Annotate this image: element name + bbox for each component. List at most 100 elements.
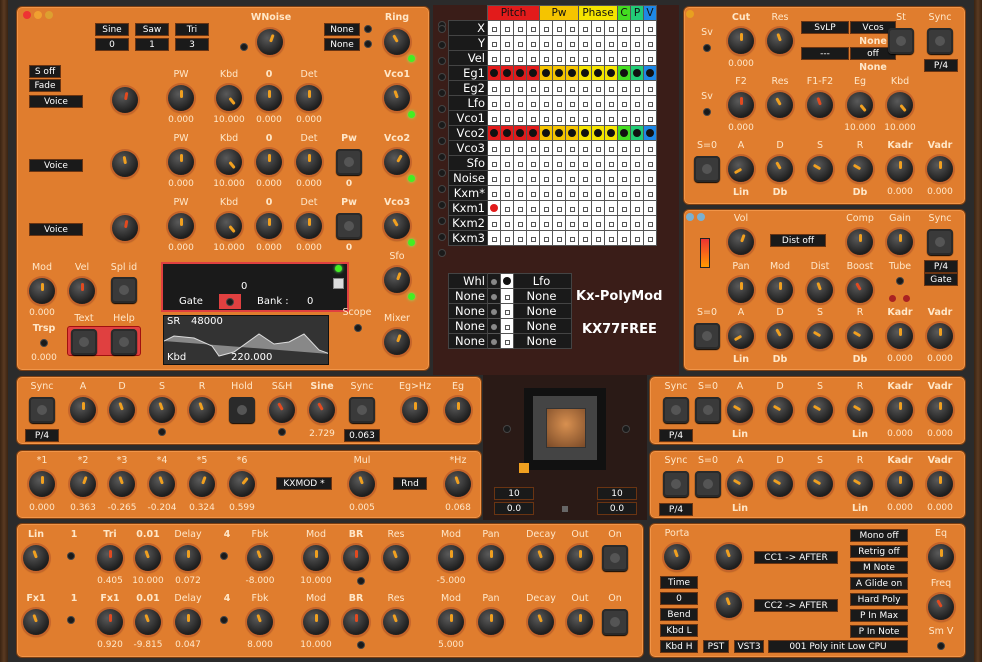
matrix-cell[interactable] [578, 110, 592, 126]
matrix-cell[interactable] [643, 215, 657, 231]
filter-kbd-knob[interactable] [887, 92, 913, 118]
matrix-cell[interactable] [630, 110, 644, 126]
text-button[interactable] [71, 329, 97, 355]
matrix-cell[interactable] [487, 185, 501, 201]
matrix-cell[interactable] [604, 65, 618, 81]
matrix-cell[interactable] [513, 215, 527, 231]
amp-d-knob[interactable] [767, 323, 793, 349]
vco3-knob[interactable] [384, 213, 410, 239]
matrix-cell[interactable] [591, 215, 605, 231]
matrix-cell[interactable] [604, 185, 618, 201]
row2-knob-13[interactable] [567, 609, 593, 635]
matrix-cell[interactable] [552, 80, 566, 96]
matrix-cell[interactable] [604, 215, 618, 231]
filter-dash-select[interactable]: --- [801, 47, 849, 60]
mul-knob[interactable] [349, 471, 375, 497]
matrix-cell[interactable] [630, 185, 644, 201]
matrix-cell[interactable] [630, 170, 644, 186]
env4-kadr-knob[interactable] [887, 471, 913, 497]
matrix-cell[interactable] [539, 155, 553, 171]
row1-small-knob-1[interactable] [67, 552, 75, 560]
matrix-cell[interactable] [500, 230, 514, 246]
rnd-button[interactable]: Rnd [393, 477, 427, 490]
matrix-cell[interactable] [526, 80, 540, 96]
lfo-sync2-button[interactable] [349, 397, 375, 423]
m-note-select[interactable]: M Note [850, 561, 908, 574]
matrix-cell[interactable] [513, 155, 527, 171]
wheel-destination[interactable]: None [513, 303, 572, 319]
env3-vadr-knob[interactable] [927, 397, 953, 423]
matrix-cell[interactable] [552, 185, 566, 201]
voice-select-3[interactable]: Voice [29, 223, 83, 236]
matrix-cell[interactable] [617, 185, 631, 201]
matrix-cell[interactable] [578, 20, 592, 36]
matrix-cell[interactable] [539, 110, 553, 126]
matrix-cell[interactable] [643, 200, 657, 216]
matrix-cell[interactable] [526, 170, 540, 186]
matrix-row-knob[interactable] [438, 153, 446, 161]
bend-select[interactable]: Bend [660, 608, 698, 621]
row1-knob-3[interactable] [135, 545, 161, 571]
porta-knob[interactable] [664, 544, 690, 570]
eg-knob[interactable] [847, 92, 873, 118]
matrix-cell[interactable] [500, 35, 514, 51]
matrix-cell[interactable] [578, 50, 592, 66]
matrix-cell[interactable] [513, 185, 527, 201]
kx5-knob[interactable] [189, 471, 215, 497]
matrix-cell[interactable] [526, 95, 540, 111]
matrix-cell[interactable] [617, 65, 631, 81]
env3-s0-button[interactable] [695, 397, 721, 423]
wheel-cell[interactable] [500, 318, 514, 334]
maximize-icon[interactable] [45, 11, 54, 19]
matrix-cell[interactable] [578, 170, 592, 186]
matrix-row-knob[interactable] [438, 105, 446, 113]
matrix-cell[interactable] [513, 140, 527, 156]
env3-d-knob[interactable] [767, 397, 793, 423]
osc2-kbd-knob[interactable] [216, 149, 242, 175]
matrix-cell[interactable] [617, 20, 631, 36]
matrix-cell[interactable] [526, 140, 540, 156]
gain-knob[interactable] [887, 229, 913, 255]
wheel-source[interactable]: None [448, 318, 488, 334]
amp-a-knob[interactable] [728, 323, 754, 349]
matrix-cell[interactable] [552, 110, 566, 126]
eq-knob[interactable] [928, 544, 954, 570]
matrix-cell[interactable] [500, 80, 514, 96]
wheel-cell[interactable] [500, 273, 514, 289]
matrix-cell[interactable] [513, 35, 527, 51]
cc2-select[interactable]: CC2 -> AFTER [754, 599, 838, 612]
row1-knob-12[interactable] [528, 545, 554, 571]
filter-sync-button[interactable] [927, 28, 953, 54]
matrix-cell[interactable] [552, 200, 566, 216]
matrix-cell[interactable] [591, 35, 605, 51]
ring-knob[interactable] [384, 29, 410, 55]
matrix-cell[interactable] [565, 140, 579, 156]
wheel-knob-icon[interactable] [491, 293, 497, 300]
matrix-cell[interactable] [539, 80, 553, 96]
lfo-p4-select[interactable]: P/4 [25, 429, 59, 442]
matrix-cell[interactable] [526, 200, 540, 216]
row1-knob-7[interactable] [303, 545, 329, 571]
wheel-source[interactable]: Whl [448, 273, 488, 289]
matrix-row-knob[interactable] [438, 185, 446, 193]
matrix-cell[interactable] [591, 185, 605, 201]
matrix-cell[interactable] [487, 200, 501, 216]
matrix-row-knob[interactable] [438, 137, 446, 145]
matrix-cell[interactable] [591, 170, 605, 186]
vco2-knob[interactable] [384, 149, 410, 175]
filter-sv2-knob[interactable] [703, 108, 711, 116]
matrix-cell[interactable] [630, 230, 644, 246]
filter-s-knob[interactable] [807, 156, 833, 182]
p-in-max-select[interactable]: P In Max [850, 609, 908, 622]
matrix-row-knob[interactable] [438, 25, 446, 33]
matrix-cell[interactable] [552, 50, 566, 66]
matrix-cell[interactable] [487, 140, 501, 156]
comp-knob[interactable] [847, 229, 873, 255]
matrix-cell[interactable] [513, 200, 527, 216]
amp-toggle-icon-1[interactable] [686, 213, 694, 221]
matrix-cell[interactable] [500, 185, 514, 201]
matrix-row-knob[interactable] [438, 249, 446, 257]
matrix-cell[interactable] [630, 155, 644, 171]
wave-saw-button[interactable]: Saw [135, 23, 169, 36]
matrix-cell[interactable] [513, 95, 527, 111]
